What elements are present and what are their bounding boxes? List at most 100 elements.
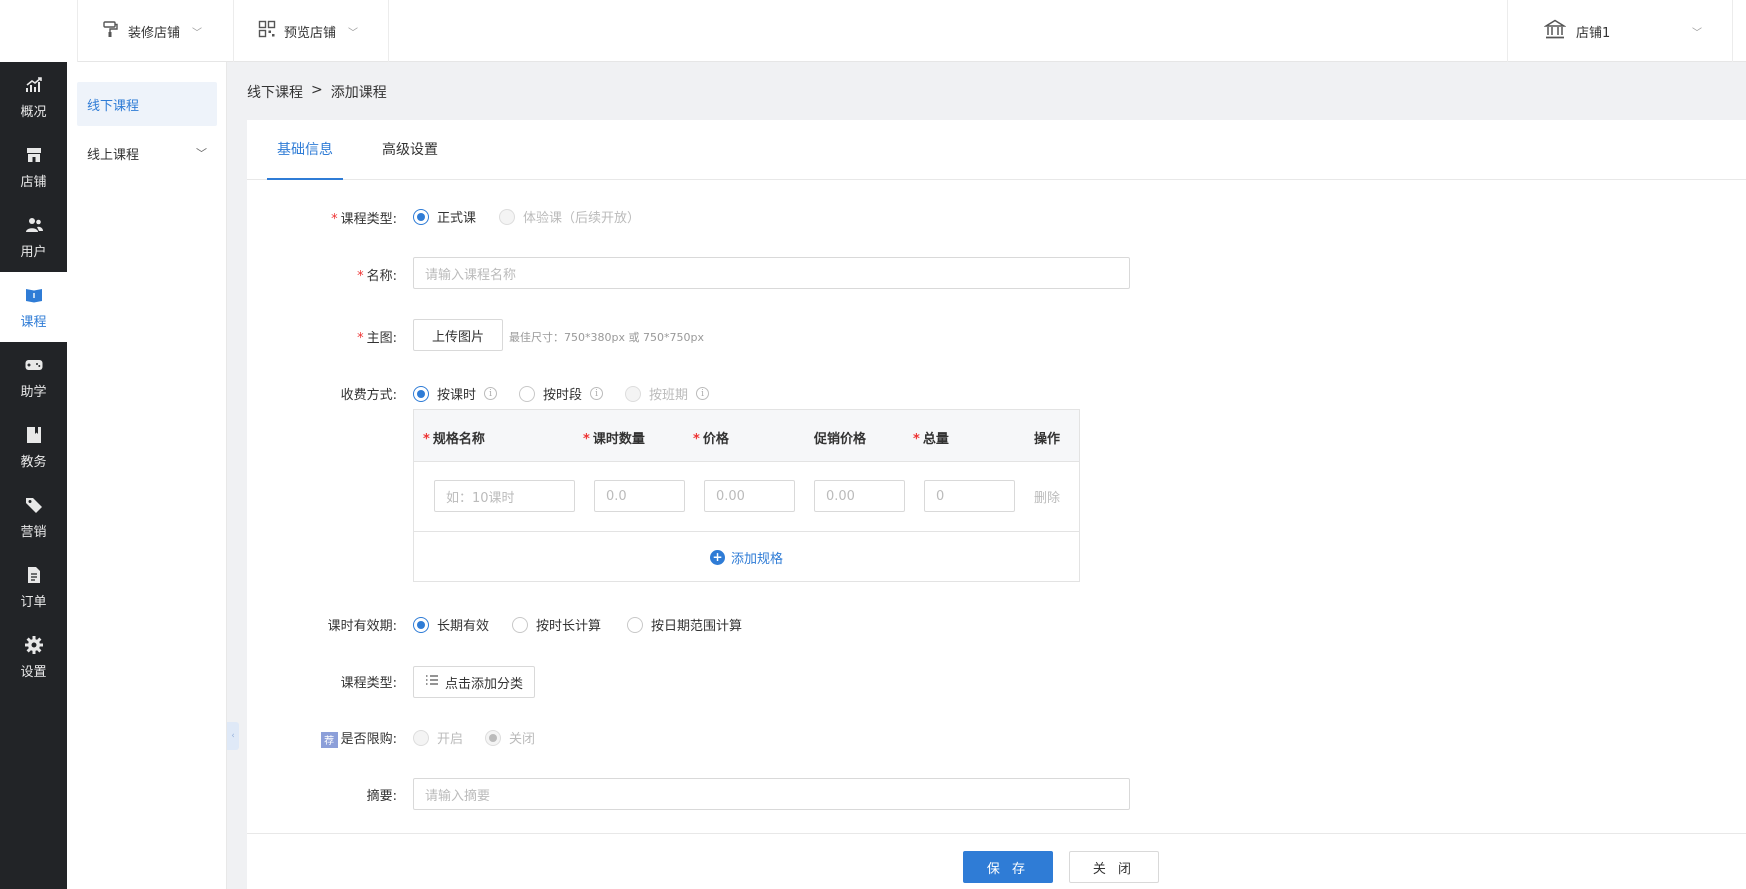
radio-limit-on: 开启 [413, 728, 463, 747]
th-price: * 价格 [693, 432, 729, 447]
nav-item-course[interactable]: 课程 [0, 272, 67, 342]
radio-dot [413, 385, 429, 402]
close-button[interactable]: 关 闭 [1069, 851, 1159, 883]
spec-name-input[interactable]: 如：10课时 [434, 480, 575, 512]
chevron-down-icon: ﹀ [196, 147, 207, 160]
decorate-store-label: 装修店铺 [128, 25, 181, 41]
course-name-input[interactable]: 请输入课程名称 [413, 257, 1130, 289]
info-icon[interactable]: i [590, 387, 604, 400]
tab-label: 基础信息 [277, 142, 333, 158]
summary-input[interactable]: 请输入摘要 [413, 778, 1130, 810]
radio-dot [413, 616, 429, 633]
users-icon [25, 217, 43, 232]
radio-label: 长期有效 [437, 619, 490, 634]
list-icon [425, 674, 439, 690]
store-switcher[interactable]: 店铺1 ﹀ [1507, 0, 1733, 62]
validity-label: 课时有效期: [327, 619, 397, 634]
radio-long-term[interactable]: 长期有效 [413, 615, 489, 634]
nav-label: 订单 [20, 594, 47, 610]
notebook-icon [26, 426, 41, 443]
chevron-down-icon: ﹀ [192, 27, 203, 39]
save-button[interactable]: 保 存 [963, 851, 1053, 883]
tag-icon [25, 497, 42, 513]
paint-roller-icon [102, 20, 120, 42]
radio-dot [413, 208, 429, 225]
radio-by-lesson[interactable]: 按课时 i [413, 384, 498, 403]
radio-label: 关闭 [509, 732, 536, 747]
summary-label: 摘要: [366, 789, 397, 804]
radio-by-period[interactable]: 按时段 i [519, 384, 604, 403]
th-promo-price: 促销价格 [814, 432, 867, 447]
sub-sidebar: 线下课程 线上课程 ﹀ [67, 62, 227, 889]
purchase-limit-label: 荐是否限购: [247, 728, 397, 748]
nav-item-orders[interactable]: 订单 [0, 552, 67, 622]
subnav-item-online-course[interactable]: 线上课程 ﹀ [77, 131, 217, 175]
spec-table: * 规格名称 * 课时数量 * 价格 促销价格 * 总量 操作 如：10课时 0.0 0… [413, 409, 1080, 582]
gamepad-icon [25, 359, 42, 370]
radio-label: 按时长计算 [536, 619, 602, 634]
main-image-label: * 主图: [357, 331, 397, 346]
tab-basic-info[interactable]: 基础信息 [267, 120, 343, 180]
lesson-count-input[interactable]: 0.0 [594, 480, 685, 512]
radio-by-duration[interactable]: 按时长计算 [512, 615, 601, 634]
nav-item-academic[interactable]: 教务 [0, 412, 67, 482]
book-icon [25, 288, 42, 302]
radio-formal-course[interactable]: 正式课 [413, 207, 476, 226]
document-icon [27, 566, 40, 583]
radio-limit-off: 关闭 [485, 728, 535, 747]
tab-advanced-settings[interactable]: 高级设置 [382, 120, 438, 180]
breadcrumb-separator: > [311, 82, 323, 98]
radio-by-date-range[interactable]: 按日期范围计算 [627, 615, 742, 634]
radio-label: 体验课（后续开放） [523, 211, 641, 226]
info-icon[interactable]: i [696, 387, 710, 400]
spec-table-header: * 规格名称 * 课时数量 * 价格 促销价格 * 总量 操作 [414, 410, 1079, 462]
breadcrumb-parent[interactable]: 线下课程 [247, 82, 303, 102]
collapse-sidebar-handle[interactable]: ‹ [227, 722, 239, 750]
subnav-label: 线上课程 [87, 147, 140, 163]
add-spec-button[interactable]: + 添加规格 [414, 532, 1079, 582]
chevron-left-icon: ‹ [231, 731, 235, 741]
tab-label: 高级设置 [382, 142, 438, 158]
subnav-item-offline-course[interactable]: 线下课程 [77, 82, 217, 126]
preview-store-label: 预览店铺 [284, 25, 337, 41]
radio-label: 按课时 [437, 388, 477, 403]
radio-dot [512, 616, 528, 633]
nav-item-store[interactable]: 店铺 [0, 132, 67, 202]
image-size-hint: 最佳尺寸：750*380px 或 750*750px [509, 331, 704, 344]
name-label: * 名称: [357, 269, 397, 284]
th-lesson-count: * 课时数量 [583, 432, 645, 447]
store-name: 店铺1 [1576, 25, 1611, 41]
radio-trial-course: 体验课（后续开放） [499, 207, 640, 226]
nav-item-overview[interactable]: 概况 [0, 62, 67, 132]
nav-item-settings[interactable]: 设置 [0, 622, 67, 692]
charge-method-label: 收费方式: [340, 388, 397, 403]
nav-label: 店铺 [20, 174, 47, 190]
decorate-store-button[interactable]: 装修店铺 ﹀ [78, 0, 234, 62]
nav-label: 用户 [20, 244, 47, 260]
qr-code-icon [258, 20, 276, 42]
nav-item-assist[interactable]: 助学 [0, 342, 67, 412]
add-category-button[interactable]: 点击添加分类 [413, 666, 535, 698]
price-input[interactable]: 0.00 [704, 480, 795, 512]
th-spec-name: * 规格名称 [423, 432, 485, 447]
store-icon [26, 147, 41, 162]
nav-label: 教务 [20, 454, 47, 470]
radio-label: 按时段 [543, 388, 583, 403]
info-icon[interactable]: i [484, 387, 498, 400]
nav-label: 营销 [20, 524, 47, 540]
nav-item-marketing[interactable]: 营销 [0, 482, 67, 552]
delete-spec-link[interactable]: 删除 [1034, 487, 1060, 506]
radio-dot [499, 208, 515, 225]
radio-label: 正式课 [437, 211, 477, 226]
radio-dot [485, 729, 501, 746]
total-input[interactable]: 0 [924, 480, 1015, 512]
chevron-down-icon: ﹀ [1692, 27, 1702, 39]
nav-item-users[interactable]: 用户 [0, 202, 67, 272]
upload-image-button[interactable]: 上传图片 [413, 319, 503, 351]
radio-by-class-term: 按班期 i [625, 384, 710, 403]
subnav-label: 线下课程 [87, 98, 140, 114]
radio-dot [413, 729, 429, 746]
preview-store-button[interactable]: 预览店铺 ﹀ [234, 0, 389, 62]
radio-dot [625, 385, 641, 402]
promo-price-input[interactable]: 0.00 [814, 480, 905, 512]
